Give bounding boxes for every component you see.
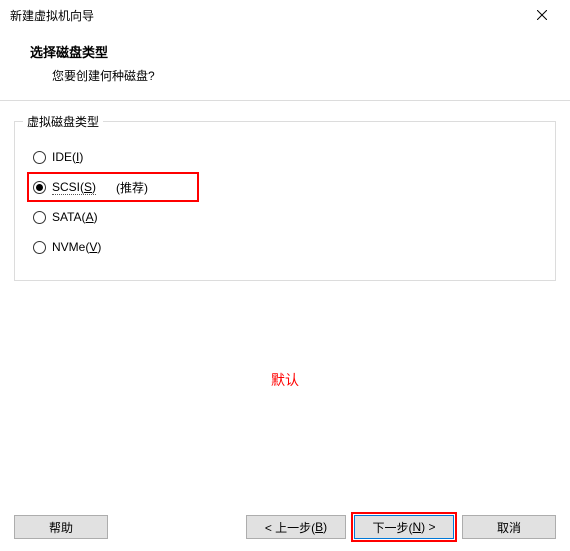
radio-icon [33, 151, 46, 164]
radio-ide[interactable]: IDE(I) [27, 142, 543, 172]
radio-icon [33, 181, 46, 194]
radio-label-scsi: SCSI(S) [52, 180, 96, 194]
cancel-button[interactable]: 取消 [462, 515, 556, 539]
radio-nvme[interactable]: NVMe(V) [27, 232, 543, 262]
radio-scsi[interactable]: SCSI(S) (推荐) [27, 172, 199, 202]
disk-type-group: 虚拟磁盘类型 IDE(I) SCSI(S) (推荐) SATA(A) NVMe(… [14, 121, 556, 281]
page-subtitle: 您要创建何种磁盘? [30, 67, 540, 84]
titlebar: 新建虚拟机向导 [0, 0, 570, 30]
window-title: 新建虚拟机向导 [10, 7, 94, 24]
radio-sata[interactable]: SATA(A) [27, 202, 543, 232]
content-area: 虚拟磁盘类型 IDE(I) SCSI(S) (推荐) SATA(A) NVMe(… [0, 101, 570, 291]
wizard-header: 选择磁盘类型 您要创建何种磁盘? [0, 30, 570, 101]
radio-label-nvme: NVMe(V) [52, 240, 101, 254]
radio-icon [33, 211, 46, 224]
radio-label-sata: SATA(A) [52, 210, 98, 224]
button-bar: 帮助 < 上一步(B) 下一步(N) > 取消 [0, 515, 570, 539]
close-icon [537, 10, 547, 20]
radio-icon [33, 241, 46, 254]
default-annotation: 默认 [271, 370, 299, 390]
close-button[interactable] [522, 1, 562, 29]
group-label: 虚拟磁盘类型 [23, 113, 103, 130]
radio-label-ide: IDE(I) [52, 150, 83, 164]
next-button[interactable]: 下一步(N) > [354, 515, 454, 539]
back-button[interactable]: < 上一步(B) [246, 515, 346, 539]
recommended-label: (推荐) [116, 179, 148, 196]
help-button[interactable]: 帮助 [14, 515, 108, 539]
page-title: 选择磁盘类型 [30, 42, 540, 61]
